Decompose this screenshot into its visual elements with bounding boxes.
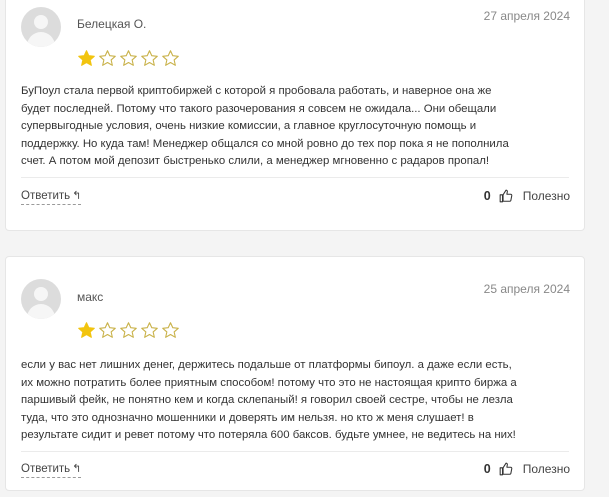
avatar-head [34, 15, 48, 29]
review-text-line: паршивый фейк, не понятно кем и когда ск… [21, 394, 513, 406]
review-author: макс [77, 290, 104, 304]
review-text-line: если у вас нет лишних денег, держитесь п… [21, 359, 512, 371]
review-text-line: поддержку. Но куда там! Менеджер общался… [21, 137, 509, 150]
star-filled-icon [78, 50, 95, 66]
review-text-line: туда, что это однозначно мошенники и дов… [21, 411, 474, 424]
reply-label: Ответить [21, 463, 71, 475]
rating-stars [77, 49, 180, 68]
like-section: 0 Полезно [484, 189, 570, 203]
star-empty-icon [162, 50, 179, 66]
review-card: Белецкая О. 27 апреля 2024 БуПоул стала … [5, 0, 585, 231]
useful-button[interactable]: Полезно [523, 462, 570, 476]
useful-button[interactable]: Полезно [523, 189, 570, 203]
avatar [21, 279, 61, 319]
star-empty-icon [162, 322, 179, 338]
reply-label: Ответить [21, 190, 71, 202]
avatar-head [34, 287, 48, 301]
review-text-line: БуПоул стала первой криптобиржей с котор… [21, 85, 492, 97]
review-text: БуПоул стала первой криптобиржей с котор… [21, 83, 569, 171]
divider [21, 177, 569, 178]
star-empty-icon [141, 322, 158, 338]
divider [21, 451, 569, 452]
review-text: если у вас нет лишних денег, держитесь п… [21, 357, 569, 445]
avatar-shoulders [27, 304, 55, 319]
reply-arrow-icon: ↰ [72, 463, 82, 475]
review-text-line: их можно потратить более приятным способ… [21, 376, 517, 389]
review-text-line: супервыгодные условия, очень низкие коми… [21, 120, 477, 132]
reply-button[interactable]: Ответить ↰ [21, 189, 82, 205]
review-author: Белецкая О. [77, 17, 147, 31]
star-empty-icon [120, 322, 137, 338]
review-text-line: будет последней. Потому что такого разоч… [21, 102, 497, 115]
reply-button[interactable]: Ответить ↰ [21, 462, 82, 478]
star-empty-icon [120, 50, 137, 66]
star-empty-icon [99, 322, 116, 338]
star-filled-icon [78, 322, 95, 338]
rating-stars [77, 321, 180, 340]
reply-arrow-icon: ↰ [72, 190, 82, 202]
review-date: 25 апреля 2024 [483, 282, 570, 296]
like-count: 0 [483, 462, 491, 476]
thumbs-up-icon[interactable] [499, 462, 513, 476]
review-card: макс 25 апреля 2024 если у вас нет лишни… [5, 256, 585, 491]
avatar-shoulders [27, 32, 55, 47]
star-empty-icon [99, 50, 116, 66]
like-count: 0 [483, 189, 491, 203]
star-empty-icon [141, 50, 158, 66]
review-text-line: счет. А потом мой депозит быстренько сли… [21, 155, 490, 167]
thumbs-up-icon[interactable] [499, 189, 513, 203]
review-date: 27 апреля 2024 [483, 9, 570, 23]
avatar [21, 7, 61, 47]
like-section: 0 Полезно [484, 462, 570, 476]
review-text-line: результате сидит и ревет потому что поте… [21, 429, 516, 441]
